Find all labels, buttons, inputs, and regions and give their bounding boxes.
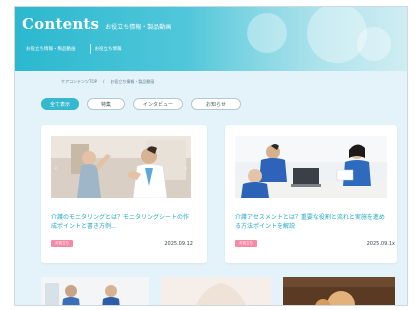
category-badge: お役立ち bbox=[235, 240, 257, 247]
page-subtitle: お役立ち情報・製品動画 bbox=[105, 24, 172, 31]
chevron-left-icon[interactable]: ‹ bbox=[53, 164, 59, 172]
browser-page: Contents お役立ち情報・製品動画 お役立ち情報・製品動画 お役立ち情報 … bbox=[14, 6, 408, 306]
page-header: Contents お役立ち情報・製品動画 お役立ち情報・製品動画 お役立ち情報 bbox=[15, 7, 407, 71]
tab-news[interactable]: お知らせ bbox=[191, 98, 241, 110]
page-title: Contents bbox=[22, 15, 100, 33]
article-thumbnail[interactable] bbox=[235, 136, 387, 198]
breadcrumb: ケアコンテンツTOP / お役立ち情報・製品動画 bbox=[61, 79, 154, 85]
article-thumbnail[interactable]: ‹ › bbox=[51, 136, 191, 198]
article-date: 2025.09.1x bbox=[366, 241, 395, 247]
tab-all[interactable]: 全て表示 bbox=[41, 98, 79, 110]
breadcrumb-current: お役立ち情報・製品動画 bbox=[110, 79, 155, 84]
breadcrumb-separator: / bbox=[103, 79, 105, 84]
header-background-photo bbox=[187, 7, 407, 71]
subnav-item-tips[interactable]: お役立ち情報 bbox=[89, 44, 126, 54]
chevron-right-icon[interactable]: › bbox=[183, 164, 189, 172]
article-card[interactable]: 介護アセスメントとは？重要な役割と流れと実施を進める方法ポイントを解説 お役立ち… bbox=[225, 125, 397, 263]
article-card[interactable]: ‹ › 介護のモニタリングとは？モニタリングシートの作成ポイントと書き方例...… bbox=[41, 125, 207, 263]
article-title[interactable]: 介護のモニタリングとは？モニタリングシートの作成ポイントと書き方例... bbox=[51, 213, 191, 231]
article-card-partial[interactable] bbox=[41, 277, 149, 305]
category-badge: お役立ち bbox=[51, 240, 73, 247]
tab-feature[interactable]: 特集 bbox=[87, 98, 125, 110]
header-subnav: お役立ち情報・製品動画 お役立ち情報 bbox=[22, 44, 126, 54]
subnav-item-contents[interactable]: お役立ち情報・製品動画 bbox=[22, 44, 80, 54]
article-card-partial[interactable] bbox=[161, 277, 271, 305]
category-tabs: 全て表示 特集 インタビュー お知らせ bbox=[41, 98, 241, 110]
article-title[interactable]: 介護アセスメントとは？重要な役割と流れと実施を進める方法ポイントを解説 bbox=[235, 213, 385, 231]
page-title-row: Contents お役立ち情報・製品動画 bbox=[22, 15, 171, 33]
breadcrumb-home[interactable]: ケアコンテンツTOP bbox=[61, 79, 97, 85]
article-date: 2025.09.12 bbox=[164, 241, 193, 247]
article-card-partial[interactable] bbox=[283, 277, 395, 305]
tab-interview[interactable]: インタビュー bbox=[133, 98, 183, 110]
